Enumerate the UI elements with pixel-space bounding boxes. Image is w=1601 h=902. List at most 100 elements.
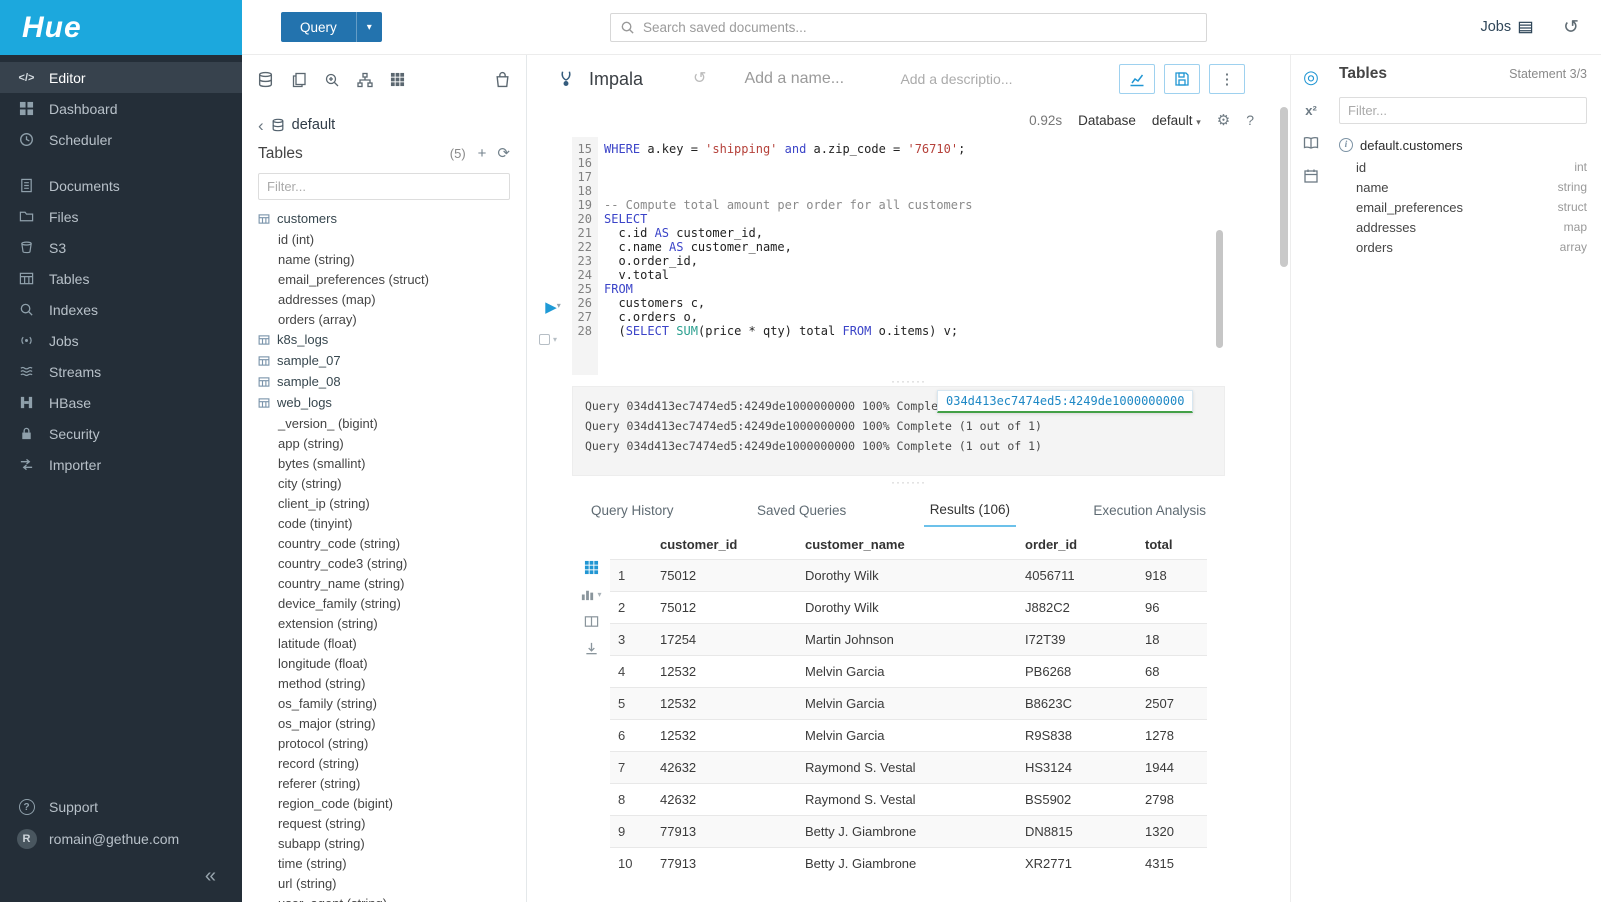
result-row[interactable]: 842632Raymond S. VestalBS59022798 (610, 784, 1207, 816)
play-icon[interactable]: ▶ (545, 299, 557, 316)
result-cell[interactable]: Martin Johnson (797, 624, 1017, 656)
assistant-icon[interactable]: ◎ (1303, 68, 1319, 86)
result-cell[interactable]: XR2771 (1017, 848, 1137, 880)
tree-column-row[interactable]: bytes (smallint) (258, 453, 510, 473)
search-input[interactable] (643, 20, 1197, 35)
sidenav-item-streams[interactable]: Streams (0, 356, 242, 387)
code-line[interactable]: (SELECT SUM(price * qty) total FROM o.it… (604, 324, 1290, 338)
result-row[interactable]: 612532Melvin GarciaR9S8381278 (610, 720, 1207, 752)
grid-view-icon[interactable] (584, 560, 599, 575)
tree-column-row[interactable]: record (string) (258, 753, 510, 773)
snippet-history-icon[interactable]: ↺ (693, 71, 706, 87)
result-row[interactable]: 512532Melvin GarciaB8623C2507 (610, 688, 1207, 720)
add-table-icon[interactable]: + (478, 146, 487, 161)
refresh-icon[interactable]: ⟳ (497, 146, 510, 161)
row-number-cell[interactable]: 8 (610, 784, 652, 816)
result-cell[interactable]: J882C2 (1017, 592, 1137, 624)
result-cell[interactable]: Melvin Garcia (797, 688, 1017, 720)
result-cell[interactable]: 42632 (652, 752, 797, 784)
result-cell[interactable]: 918 (1137, 560, 1207, 592)
tree-column-row[interactable]: method (string) (258, 673, 510, 693)
column-header[interactable]: customer_id (652, 530, 797, 560)
result-cell[interactable]: Raymond S. Vestal (797, 752, 1017, 784)
tree-column-row[interactable]: app (string) (258, 433, 510, 453)
result-cell[interactable]: PB6268 (1017, 656, 1137, 688)
tree-column-row[interactable]: region_code (bigint) (258, 793, 510, 813)
result-cell[interactable]: Betty J. Giambrone (797, 816, 1017, 848)
tree-table-row[interactable]: web_logs (258, 392, 510, 413)
result-cell[interactable]: Melvin Garcia (797, 720, 1017, 752)
save-button[interactable] (1164, 64, 1200, 94)
result-cell[interactable]: 2507 (1137, 688, 1207, 720)
new-query-button[interactable]: Query ▾ (281, 12, 382, 42)
tree-column-row[interactable]: extension (string) (258, 613, 510, 633)
sidenav-item-files[interactable]: Files (0, 201, 242, 232)
tab-saved-queries[interactable]: Saved Queries (751, 493, 852, 526)
column-header[interactable]: customer_name (797, 530, 1017, 560)
result-cell[interactable]: 12532 (652, 656, 797, 688)
code-line[interactable] (604, 156, 1290, 170)
result-cell[interactable]: Melvin Garcia (797, 656, 1017, 688)
tree-column-row[interactable]: code (tinyint) (258, 513, 510, 533)
column-header[interactable]: order_id (1017, 530, 1137, 560)
back-chevron-icon[interactable]: ‹ (258, 117, 264, 134)
code-line[interactable]: FROM (604, 282, 1290, 296)
right-filter-input[interactable] (1339, 97, 1587, 124)
tree-column-row[interactable]: protocol (string) (258, 733, 510, 753)
result-row[interactable]: 275012Dorothy WilkJ882C296 (610, 592, 1207, 624)
code-line[interactable]: c.orders o, (604, 310, 1290, 324)
user-menu[interactable]: R romain@gethue.com (0, 823, 242, 855)
tree-column-row[interactable]: os_family (string) (258, 693, 510, 713)
sitemap-icon[interactable] (357, 72, 373, 88)
row-number-cell[interactable]: 10 (610, 848, 652, 880)
row-number-cell[interactable]: 2 (610, 592, 652, 624)
tree-column-row[interactable]: country_name (string) (258, 573, 510, 593)
result-cell[interactable]: 1278 (1137, 720, 1207, 752)
result-row[interactable]: 412532Melvin GarciaPB626868 (610, 656, 1207, 688)
result-cell[interactable]: 75012 (652, 560, 797, 592)
tree-column-row[interactable]: os_major (string) (258, 713, 510, 733)
sidenav-item-scheduler[interactable]: Scheduler (0, 124, 242, 155)
tab-results[interactable]: Results (106) (924, 492, 1016, 527)
row-number-cell[interactable]: 5 (610, 688, 652, 720)
tree-column-row[interactable]: country_code3 (string) (258, 553, 510, 573)
tree-column-row[interactable]: name (string) (258, 249, 510, 269)
code-line[interactable]: v.total (604, 268, 1290, 282)
sidenav-item-editor[interactable]: </> Editor (0, 62, 242, 93)
tree-column-row[interactable]: country_code (string) (258, 533, 510, 553)
tab-query-history[interactable]: Query History (585, 493, 680, 526)
resize-grip-top[interactable]: ······· (527, 375, 1290, 386)
result-cell[interactable]: 17254 (652, 624, 797, 656)
row-number-cell[interactable]: 6 (610, 720, 652, 752)
chart-view-icon[interactable]: ▾ (580, 587, 601, 602)
ra-column-row[interactable]: idint (1339, 157, 1587, 177)
result-cell[interactable]: 1944 (1137, 752, 1207, 784)
result-cell[interactable]: 96 (1137, 592, 1207, 624)
result-cell[interactable]: BS5902 (1017, 784, 1137, 816)
ra-column-row[interactable]: email_preferencesstruct (1339, 197, 1587, 217)
tree-column-row[interactable]: latitude (float) (258, 633, 510, 653)
code-line[interactable]: c.id AS customer_id, (604, 226, 1290, 240)
tree-column-row[interactable]: client_ip (string) (258, 493, 510, 513)
sidenav-item-tables[interactable]: Tables (0, 263, 242, 294)
apps-grid-icon[interactable] (390, 72, 405, 87)
jobs-link[interactable]: Jobs (1480, 19, 1533, 35)
result-cell[interactable]: B8623C (1017, 688, 1137, 720)
result-cell[interactable]: 1320 (1137, 816, 1207, 848)
tab-execution-analysis[interactable]: Execution Analysis (1087, 493, 1212, 526)
tree-column-row[interactable]: device_family (string) (258, 593, 510, 613)
code-line[interactable] (604, 170, 1290, 184)
sidenav-item-jobs[interactable]: Jobs (0, 325, 242, 356)
query-description-input[interactable] (900, 71, 1050, 87)
result-cell[interactable]: 4315 (1137, 848, 1207, 880)
query-name-input[interactable] (744, 70, 874, 88)
result-row[interactable]: 977913Betty J. GiambroneDN88151320 (610, 816, 1207, 848)
run-options-caret-icon[interactable]: ▾ (557, 301, 561, 310)
sidenav-item-documents[interactable]: Documents (0, 170, 242, 201)
code-line[interactable]: SELECT (604, 212, 1290, 226)
ra-column-row[interactable]: namestring (1339, 177, 1587, 197)
result-cell[interactable]: 77913 (652, 848, 797, 880)
row-number-cell[interactable]: 1 (610, 560, 652, 592)
result-cell[interactable]: 77913 (652, 816, 797, 848)
tree-table-row[interactable]: customers (258, 208, 510, 229)
